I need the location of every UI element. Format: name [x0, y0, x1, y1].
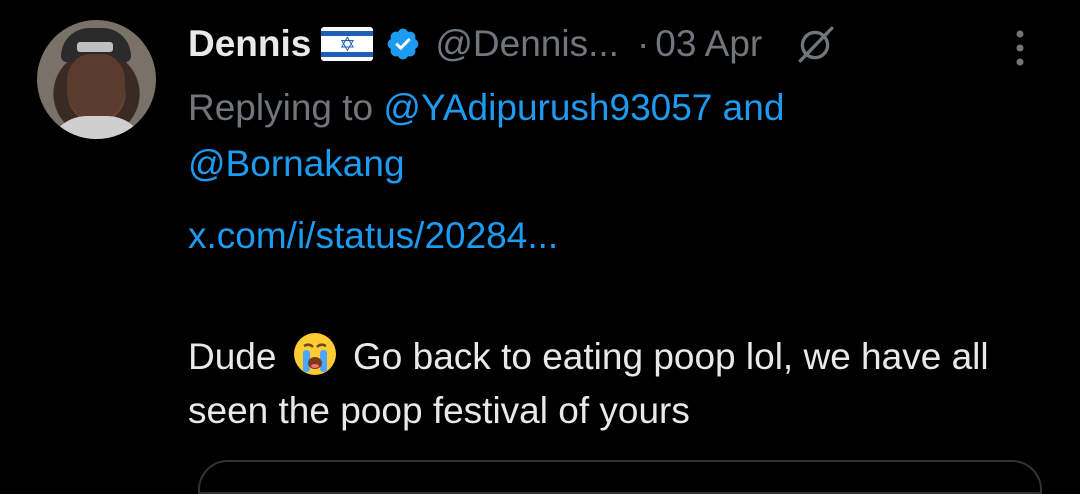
tweet-date[interactable]: 03 Apr	[655, 23, 762, 65]
tweet-text: Dude Go back to eating poop lol, we have…	[188, 330, 1058, 438]
loudly-crying-face-icon	[293, 333, 336, 375]
avatar-cap-patch	[77, 42, 113, 52]
author-name[interactable]: Dennis	[188, 23, 311, 65]
tweet-text-start: Dude	[188, 336, 277, 377]
author-avatar[interactable]	[37, 20, 156, 139]
tweet-header: Dennis ✡ @Dennis... · 03 Apr	[188, 18, 836, 70]
replying-to-line: Replying to @YAdipurush93057 and @Bornak…	[188, 80, 1038, 192]
more-options-icon[interactable]	[1006, 26, 1034, 70]
quoted-card-edge[interactable]	[198, 460, 1042, 494]
status-link[interactable]: x.com/i/status/20284...	[188, 210, 558, 262]
replying-to-label: Replying to	[188, 87, 374, 128]
mention-conjunction[interactable]: and	[723, 87, 785, 128]
avatar-face	[67, 54, 125, 120]
mention-link[interactable]: @Bornakang	[188, 143, 405, 184]
verified-badge-icon[interactable]	[385, 26, 421, 62]
mention-link[interactable]: @YAdipurush93057	[383, 87, 712, 128]
author-handle[interactable]: @Dennis...	[435, 23, 619, 65]
israel-flag-icon: ✡	[321, 27, 374, 61]
avatar-shirt	[47, 116, 147, 139]
grok-icon[interactable]	[794, 23, 836, 65]
header-separator: ·	[636, 23, 650, 64]
